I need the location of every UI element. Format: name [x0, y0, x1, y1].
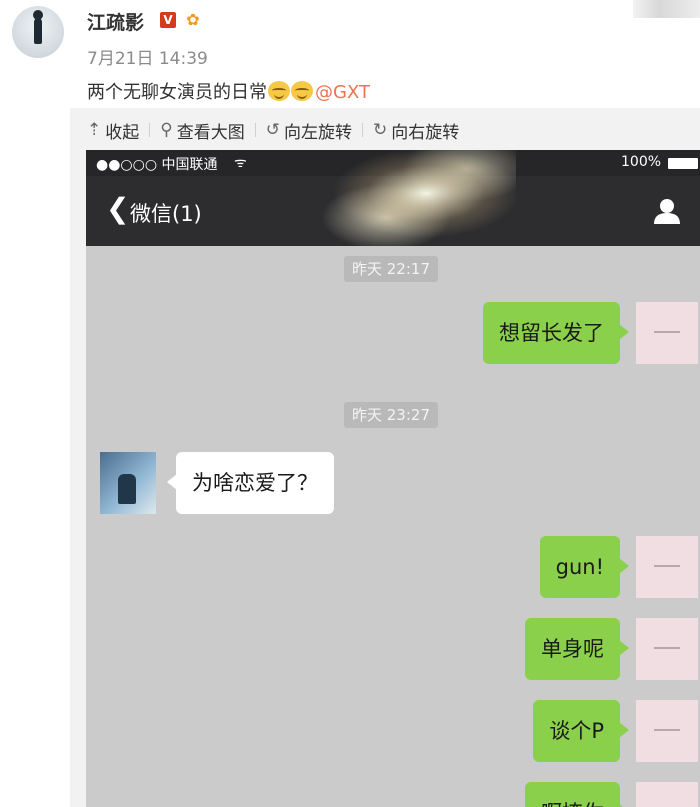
self-avatar[interactable]: [636, 536, 698, 598]
outgoing-message[interactable]: 谈个P: [533, 700, 629, 762]
user-avatar[interactable]: [12, 6, 64, 58]
search-icon: ⚲: [160, 120, 173, 140]
self-avatar[interactable]: [636, 618, 698, 680]
emoji-icon: [268, 81, 290, 101]
friend-avatar[interactable]: [100, 452, 156, 514]
post-text-body: 两个无聊女演员的日常: [87, 82, 267, 103]
outgoing-message[interactable]: 单身呢: [525, 618, 629, 680]
self-avatar[interactable]: [636, 302, 698, 364]
collapse-icon: ⇡: [87, 120, 102, 140]
toolbar-divider: [361, 123, 363, 137]
rotate-right-icon: ↻: [372, 120, 388, 140]
emoji-icon: [291, 81, 313, 101]
back-icon[interactable]: ❮: [106, 192, 129, 226]
chat-time: 昨天 23:27: [344, 402, 438, 428]
rotate-right-label: 向右旋转: [391, 122, 460, 143]
wifi-icon: ᯤ: [234, 155, 247, 171]
image-toolbar: ⇡ 收起 ⚲ 查看大图 ↺ 向左旋转 ↻ 向右旋转: [87, 116, 459, 144]
sparkle-overlay: [316, 150, 516, 246]
collapse-button[interactable]: ⇡ 收起: [87, 118, 139, 143]
back-label[interactable]: 微信(1): [130, 198, 202, 228]
username[interactable]: 江疏影: [87, 8, 144, 35]
mention-link[interactable]: @GXT: [315, 82, 370, 103]
view-large-label: 查看大图: [176, 122, 245, 143]
chat-area: 昨天 22:17 想留长发了 昨天 23:27 为啥恋爱了？ gun! 单身呢 …: [86, 246, 700, 807]
verified-badge-icon: V: [160, 12, 176, 28]
collapse-label: 收起: [105, 122, 140, 143]
post-timestamp[interactable]: 7月21日 14:39: [87, 44, 208, 69]
view-large-button[interactable]: ⚲ 查看大图: [160, 118, 244, 143]
rotate-left-label: 向左旋转: [283, 122, 352, 143]
medal-icon: ✿: [186, 10, 200, 29]
outgoing-message[interactable]: 啊撩你: [525, 782, 629, 807]
chat-time: 昨天 22:17: [344, 256, 438, 282]
chat-screenshot[interactable]: ●●○○○ 中国联通 ᯤ 100% ❮ 微信(1) 昨天 22:17 想留长发了…: [86, 150, 700, 807]
rotate-left-button[interactable]: ↺ 向左旋转: [266, 118, 352, 143]
toolbar-divider: [149, 123, 151, 137]
post-text: 两个无聊女演员的日常 @GXT: [87, 78, 370, 104]
carrier-label: ●●○○○ 中国联通: [96, 157, 218, 173]
outgoing-message[interactable]: 想留长发了: [483, 302, 629, 364]
battery-icon: [668, 158, 698, 169]
outgoing-message[interactable]: gun!: [539, 536, 630, 598]
self-avatar[interactable]: [636, 700, 698, 762]
toolbar-divider: [254, 123, 256, 137]
battery-label: 100%: [621, 154, 662, 170]
incoming-message[interactable]: 为啥恋爱了？: [167, 452, 334, 514]
rotate-right-button[interactable]: ↻ 向右旋转: [373, 118, 459, 143]
self-avatar[interactable]: [636, 782, 698, 807]
top-right-banner: [633, 0, 700, 18]
rotate-left-icon: ↺: [265, 120, 280, 140]
profile-icon[interactable]: [652, 198, 682, 224]
